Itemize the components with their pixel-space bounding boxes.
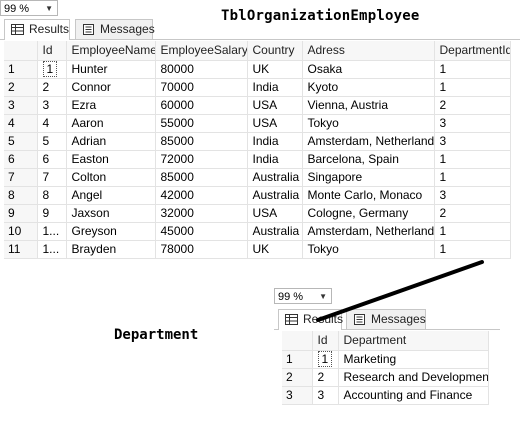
annotation-line xyxy=(316,260,484,322)
